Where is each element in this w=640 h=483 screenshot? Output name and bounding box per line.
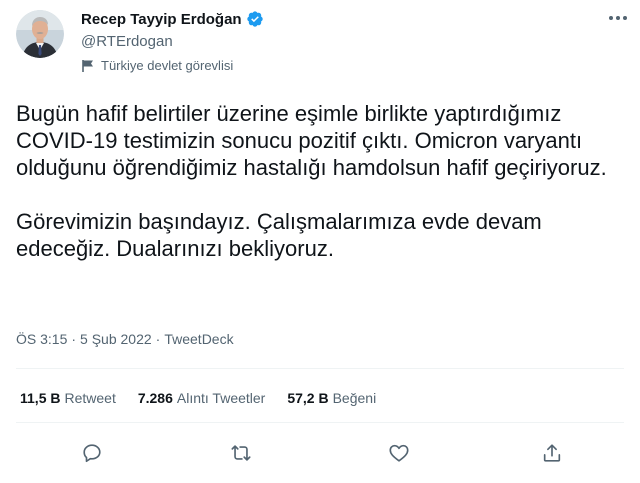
stat-number: 57,2 B bbox=[287, 390, 329, 406]
tweet-actions bbox=[0, 438, 640, 468]
like-count[interactable]: 57,2 B Beğeni bbox=[287, 390, 376, 406]
retweet-icon bbox=[231, 445, 251, 461]
more-icon bbox=[609, 16, 627, 20]
tweet-meta: ÖS 3:15 · 5 Şub 2022 · TweetDeck bbox=[16, 331, 234, 347]
tweet-time[interactable]: ÖS 3:15 bbox=[16, 331, 67, 347]
divider bbox=[16, 368, 624, 369]
retweet-button[interactable] bbox=[226, 438, 256, 468]
stat-label: Beğeni bbox=[332, 390, 377, 406]
more-button[interactable] bbox=[601, 8, 635, 28]
flag-icon bbox=[81, 59, 95, 73]
stat-label: Alıntı Tweetler bbox=[176, 390, 266, 406]
author-display-name[interactable]: Recep Tayyip Erdoğan bbox=[81, 11, 242, 28]
meta-separator: · bbox=[155, 331, 161, 347]
share-button[interactable] bbox=[537, 438, 567, 468]
tweet-source[interactable]: TweetDeck bbox=[164, 331, 233, 347]
verified-badge-icon bbox=[246, 10, 264, 28]
quote-tweet-count[interactable]: 7.286 Alıntı Tweetler bbox=[138, 390, 266, 406]
author-name-row[interactable]: Recep Tayyip Erdoğan bbox=[81, 10, 264, 28]
tweet-date[interactable]: 5 Şub 2022 bbox=[80, 331, 152, 347]
stat-number: 7.286 bbox=[137, 390, 173, 406]
like-button[interactable] bbox=[384, 438, 414, 468]
author-handle[interactable]: @RTErdogan bbox=[81, 33, 173, 50]
tweet-text: Bugün hafif belirtiler üzerine eşimle bi… bbox=[16, 101, 607, 261]
reply-button[interactable] bbox=[77, 438, 107, 468]
retweet-count[interactable]: 11,5 B Retweet bbox=[20, 390, 116, 406]
share-icon bbox=[543, 444, 561, 462]
stat-number: 11,5 B bbox=[20, 390, 61, 406]
like-icon bbox=[389, 444, 409, 462]
government-label[interactable]: Türkiye devlet görevlisi bbox=[81, 58, 233, 73]
avatar[interactable] bbox=[16, 10, 64, 58]
reply-icon bbox=[83, 444, 101, 463]
meta-separator: · bbox=[71, 331, 77, 347]
divider bbox=[16, 422, 624, 423]
stat-label: Retweet bbox=[64, 390, 116, 406]
profile-photo-icon bbox=[16, 10, 64, 58]
tweet-stats: 11,5 B Retweet 7.286 Alıntı Tweetler 57,… bbox=[20, 390, 398, 406]
government-label-text: Türkiye devlet görevlisi bbox=[101, 58, 234, 73]
